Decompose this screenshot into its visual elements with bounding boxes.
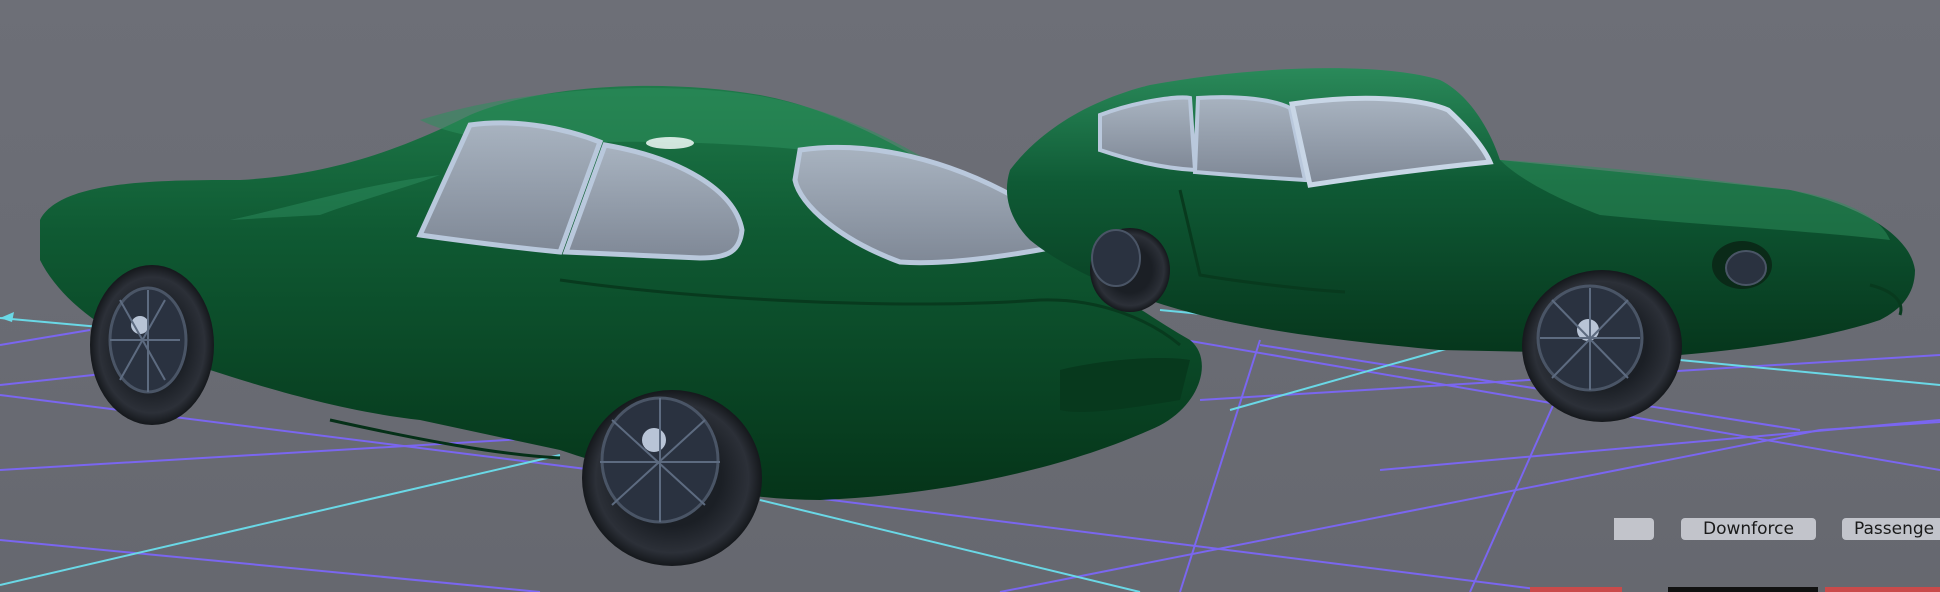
- downforce-button[interactable]: Downforce: [1681, 518, 1816, 540]
- bottom-strip-dark: [1668, 587, 1818, 592]
- toolbar-button-partial[interactable]: [1614, 518, 1654, 540]
- wheel-front-near: [1522, 270, 1682, 422]
- 3d-viewport[interactable]: Downforce Passenge: [0, 0, 1940, 592]
- bottom-strip-red-left: [1530, 587, 1622, 592]
- wheel-rear-right: [582, 390, 762, 566]
- wheel-rear-left: [90, 265, 214, 425]
- headlight-right: [1712, 241, 1772, 289]
- bottom-strip-red-right: [1825, 587, 1940, 592]
- passenger-button[interactable]: Passenge: [1842, 518, 1940, 540]
- wheel-front-left-far: [1090, 228, 1170, 312]
- scene-render[interactable]: [0, 0, 1940, 592]
